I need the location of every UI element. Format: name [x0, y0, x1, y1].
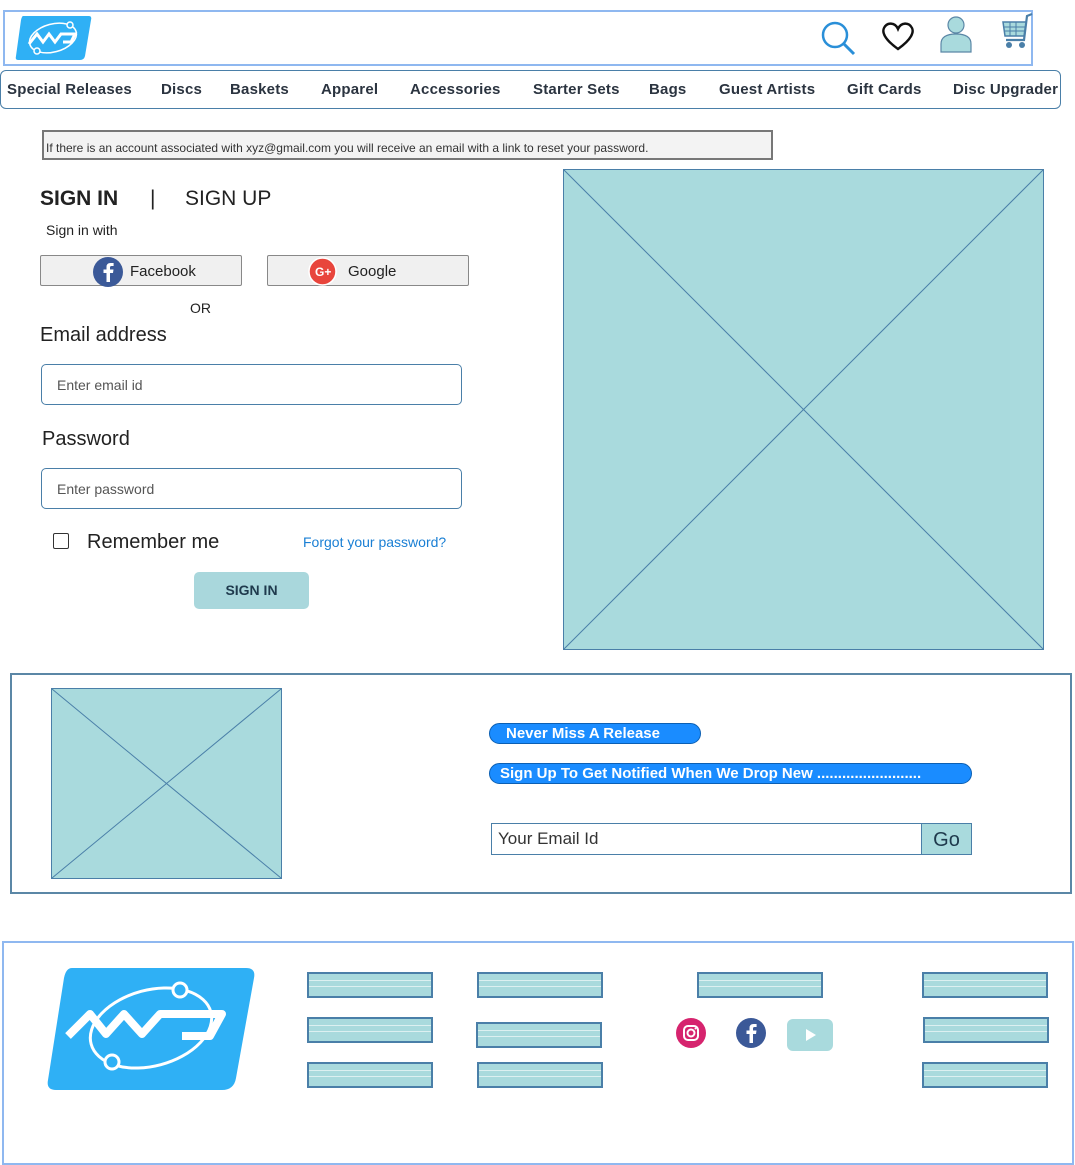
footer-link[interactable]	[307, 972, 433, 998]
nav-item-accessories[interactable]: Accessories	[410, 81, 501, 98]
forgot-password-link[interactable]: Forgot your password?	[303, 534, 446, 550]
tab-sign-in[interactable]: SIGN IN	[40, 187, 118, 211]
signup-notify-pill: Sign Up To Get Notified When We Drop New…	[489, 763, 972, 784]
email-field[interactable]: Enter email id	[41, 364, 462, 405]
nav-item-gift-cards[interactable]: Gift Cards	[847, 81, 922, 98]
remember-me-label: Remember me	[87, 531, 220, 553]
footer-link[interactable]	[307, 1017, 433, 1043]
footer-link[interactable]	[922, 972, 1048, 998]
footer-mvp-logo-icon[interactable]	[46, 966, 256, 1097]
footer-link[interactable]	[307, 1062, 433, 1088]
youtube-icon[interactable]	[787, 1019, 833, 1056]
google-label: Google	[348, 263, 397, 280]
nav-item-baskets[interactable]: Baskets	[230, 81, 289, 98]
facebook-signin-button[interactable]: Facebook	[40, 255, 242, 287]
facebook-icon[interactable]	[735, 1017, 767, 1054]
nav-item-special-releases[interactable]: Special Releases	[7, 81, 132, 98]
site-header	[3, 10, 1033, 66]
nav-item-starter-sets[interactable]: Starter Sets	[533, 81, 620, 98]
footer-link[interactable]	[922, 1062, 1048, 1088]
cart-icon[interactable]	[998, 12, 1034, 57]
go-button[interactable]: Go	[921, 823, 972, 855]
newsletter-image-placeholder	[51, 688, 282, 879]
password-label: Password	[42, 428, 130, 450]
google-signin-button[interactable]: G+ Google	[267, 255, 469, 286]
footer-link[interactable]	[477, 972, 603, 998]
nav-item-disc-upgrader[interactable]: Disc Upgrader	[953, 81, 1058, 98]
or-divider: OR	[190, 300, 211, 316]
newsletter-email-input[interactable]: Your Email Id	[491, 823, 922, 855]
email-label: Email address	[40, 324, 167, 346]
nav-item-bags[interactable]: Bags	[649, 81, 686, 98]
user-icon[interactable]	[938, 14, 974, 59]
footer-link[interactable]	[923, 1017, 1049, 1043]
footer-link[interactable]	[477, 1062, 603, 1088]
sign-in-with-label: Sign in with	[46, 222, 118, 238]
mvp-logo-icon[interactable]	[15, 14, 92, 62]
never-miss-release-pill: Never Miss A Release	[489, 723, 701, 744]
hero-image-placeholder	[563, 169, 1044, 650]
sign-in-button[interactable]: SIGN IN	[194, 572, 309, 609]
heart-icon[interactable]	[880, 20, 916, 57]
footer-link[interactable]	[476, 1022, 602, 1048]
tab-sign-up[interactable]: SIGN UP	[185, 187, 271, 211]
nav-item-guest-artists[interactable]: Guest Artists	[719, 81, 815, 98]
footer-link[interactable]	[697, 972, 823, 998]
tab-separator: |	[150, 187, 156, 210]
reset-password-notice: If there is an account associated with x…	[42, 130, 773, 160]
svg-text:G+: G+	[315, 265, 331, 279]
remember-me-checkbox[interactable]	[53, 533, 69, 549]
search-icon[interactable]	[820, 20, 858, 61]
instagram-icon[interactable]	[675, 1017, 707, 1054]
facebook-icon	[92, 256, 124, 292]
nav-item-discs[interactable]: Discs	[161, 81, 202, 98]
main-nav: Special Releases Discs Baskets Apparel A…	[0, 70, 1061, 109]
facebook-label: Facebook	[130, 263, 196, 280]
google-plus-icon: G+	[308, 257, 337, 290]
nav-item-apparel[interactable]: Apparel	[321, 81, 378, 98]
password-field[interactable]: Enter password	[41, 468, 462, 509]
